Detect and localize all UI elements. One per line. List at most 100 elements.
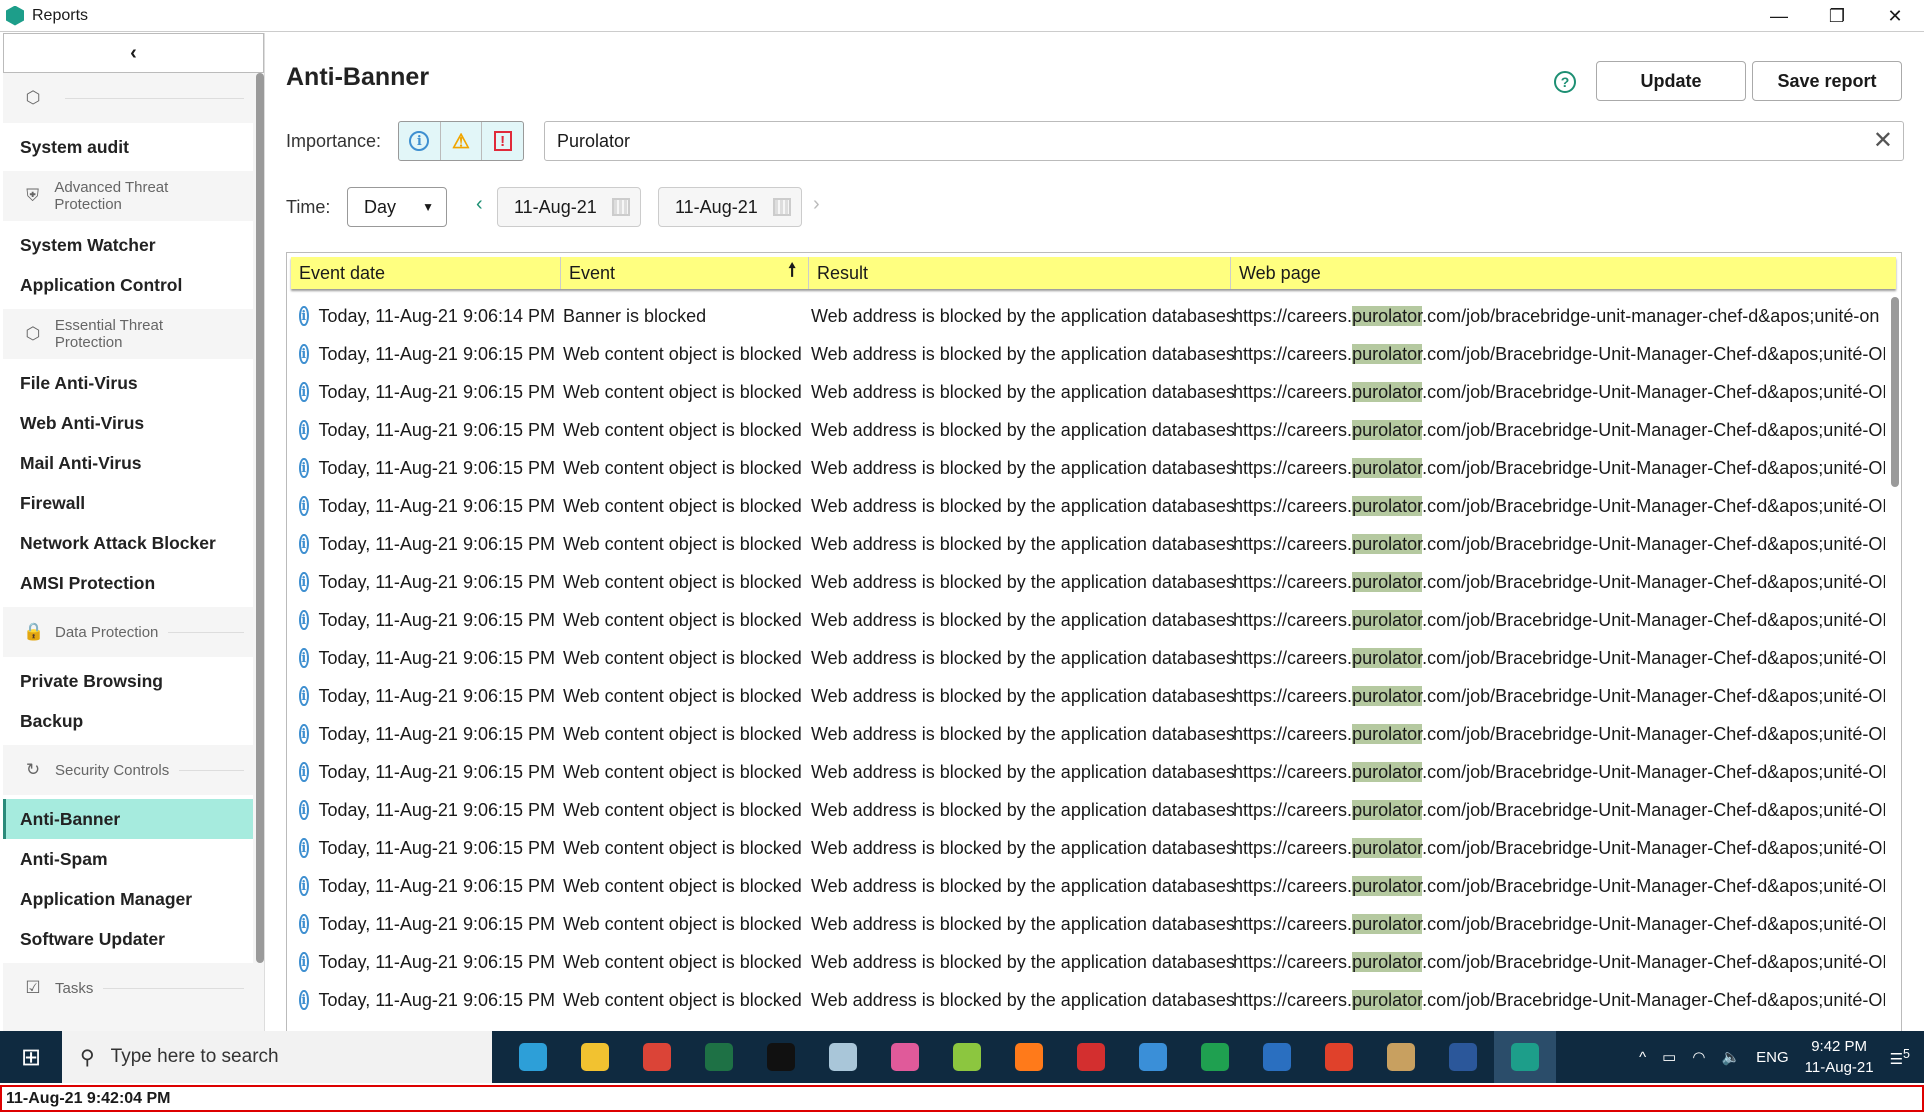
sidebar-item-mail-anti-virus[interactable]: Mail Anti-Virus	[3, 443, 253, 483]
taskbar-red-app-button[interactable]	[1060, 1031, 1122, 1083]
taskbar-notes-button[interactable]	[812, 1031, 874, 1083]
taskbar-word-button[interactable]	[1432, 1031, 1494, 1083]
taskbar-search-input[interactable]: ⚲ Type here to search	[62, 1031, 492, 1083]
warning-filter-toggle[interactable]: ⚠	[441, 122, 483, 160]
sidebar-item-software-updater[interactable]: Software Updater	[3, 919, 253, 959]
sidebar-item-backup[interactable]: Backup	[3, 701, 253, 741]
taskbar-paint-button[interactable]	[874, 1031, 936, 1083]
url-suffix: .com/job/Bracebridge-Unit-Manager-Chef-d…	[1422, 761, 1885, 782]
table-row[interactable]: i Today, 11-Aug-21 9:06:15 PM Web content …	[287, 981, 1887, 1019]
cell-result: Web address is blocked by the applicatio…	[811, 913, 1235, 934]
search-input[interactable]: Purolator ✕	[544, 121, 1904, 161]
divider	[179, 769, 244, 771]
sidebar-item-system-watcher[interactable]: System Watcher	[3, 225, 253, 265]
next-period-button[interactable]: ›	[813, 193, 820, 216]
collapse-sidebar-button[interactable]: ‹	[3, 33, 264, 73]
clear-search-icon[interactable]: ✕	[1873, 126, 1893, 155]
table-row[interactable]: i Today, 11-Aug-21 9:06:15 PM Web content …	[287, 829, 1887, 867]
language-indicator[interactable]: ENG	[1756, 1049, 1789, 1066]
sidebar-item-amsi-protection[interactable]: AMSI Protection	[3, 563, 253, 603]
taskbar-control-panel-button[interactable]	[1122, 1031, 1184, 1083]
taskbar-firefox-button[interactable]	[998, 1031, 1060, 1083]
url-prefix: https://careers.	[1233, 761, 1353, 782]
taskbar-red-circle-app-button[interactable]	[1308, 1031, 1370, 1083]
table-row[interactable]: i Today, 11-Aug-21 9:06:15 PM Web content …	[287, 943, 1887, 981]
restore-button[interactable]: ❐	[1808, 0, 1866, 32]
table-row[interactable]: i Today, 11-Aug-21 9:06:15 PM Web content …	[287, 639, 1887, 677]
sidebar-scrollbar[interactable]	[256, 73, 264, 963]
search-highlight: purolator	[1352, 305, 1423, 326]
divider	[103, 987, 244, 989]
table-row[interactable]: i Today, 11-Aug-21 9:06:15 PM Web content …	[287, 753, 1887, 791]
sidebar-item-private-browsing[interactable]: Private Browsing	[3, 661, 253, 701]
save-report-button[interactable]: Save report	[1752, 61, 1902, 101]
tray-chevron-icon[interactable]: ^	[1639, 1049, 1646, 1066]
table-row[interactable]: i Today, 11-Aug-21 9:06:15 PM Web content …	[287, 411, 1887, 449]
table-row[interactable]: i Today, 11-Aug-21 9:06:15 PM Web content …	[287, 563, 1887, 601]
table-row[interactable]: i Today, 11-Aug-21 9:06:15 PM Web content …	[287, 677, 1887, 715]
info-filter-toggle[interactable]: i	[399, 122, 441, 160]
table-row[interactable]: i Today, 11-Aug-21 9:06:15 PM Web content …	[287, 601, 1887, 639]
update-button[interactable]: Update	[1596, 61, 1746, 101]
taskbar-terminal-button[interactable]	[750, 1031, 812, 1083]
sidebar-item-anti-spam[interactable]: Anti-Spam	[3, 839, 253, 879]
table-row[interactable]: i Today, 11-Aug-21 9:06:15 PM Web content …	[287, 373, 1887, 411]
cell-web-page: https://careers.purolator.com/job/Braceb…	[1225, 837, 1885, 859]
critical-filter-toggle[interactable]: !	[482, 122, 523, 160]
date-from-field[interactable]: 11-Aug-21	[497, 187, 641, 227]
column-event[interactable]: Event 🠕	[561, 257, 809, 289]
help-icon[interactable]: ?	[1554, 71, 1576, 93]
table-vertical-scrollbar[interactable]	[1891, 297, 1899, 487]
volume-icon[interactable]: 🔈	[1721, 1048, 1740, 1066]
table-row[interactable]: i Today, 11-Aug-21 9:06:15 PM Web content …	[287, 335, 1887, 373]
sidebar-item-file-anti-virus[interactable]: File Anti-Virus	[3, 363, 253, 403]
table-row[interactable]: i Today, 11-Aug-21 9:06:15 PM Web content …	[287, 487, 1887, 525]
table-row[interactable]: i Today, 11-Aug-21 9:06:15 PM Web content …	[287, 905, 1887, 943]
sidebar-item-network-attack-blocker[interactable]: Network Attack Blocker	[3, 523, 253, 563]
table-row[interactable]: i Today, 11-Aug-21 9:06:15 PM Web content …	[287, 791, 1887, 829]
table-row[interactable]: i Today, 11-Aug-21 9:06:15 PM Web content …	[287, 867, 1887, 905]
cell-result: Web address is blocked by the applicatio…	[811, 533, 1235, 554]
close-button[interactable]: ✕	[1866, 0, 1924, 32]
period-dropdown[interactable]: Day ▼	[347, 187, 447, 227]
date-to-field[interactable]: 11-Aug-21	[658, 187, 802, 227]
battery-icon[interactable]: ▭	[1662, 1048, 1676, 1066]
url-prefix: https://careers.	[1233, 913, 1353, 934]
previous-period-button[interactable]: ‹	[476, 193, 483, 216]
sidebar-item-web-anti-virus[interactable]: Web Anti-Virus	[3, 403, 253, 443]
table-row[interactable]: i Today, 11-Aug-21 9:06:14 PM Banner is bl…	[287, 297, 1887, 335]
taskbar-chrome-button[interactable]	[626, 1031, 688, 1083]
taskbar-excel-button[interactable]	[688, 1031, 750, 1083]
sidebar-item-application-manager[interactable]: Application Manager	[3, 879, 253, 919]
taskbar-file-explorer-button[interactable]	[564, 1031, 626, 1083]
sidebar-item-application-control[interactable]: Application Control	[3, 265, 253, 305]
taskbar-kaspersky-button[interactable]	[1494, 1031, 1556, 1083]
wifi-icon[interactable]: ◠	[1692, 1048, 1705, 1066]
column-result[interactable]: Result	[809, 257, 1231, 289]
table-row[interactable]: i Today, 11-Aug-21 9:06:15 PM Web content …	[287, 715, 1887, 753]
column-web-page[interactable]: Web page	[1231, 257, 1896, 289]
taskbar-green-app-button[interactable]	[936, 1031, 998, 1083]
notifications-icon[interactable]: ☰5	[1890, 1047, 1910, 1068]
taskbar-green-circle-app-button[interactable]	[1184, 1031, 1246, 1083]
table-row[interactable]: i Today, 11-Aug-21 9:06:15 PM Web content …	[287, 449, 1887, 487]
start-button[interactable]: ⊞	[0, 1043, 62, 1072]
taskbar-edge-button[interactable]	[502, 1031, 564, 1083]
cell-web-page: https://careers.purolator.com/job/Braceb…	[1225, 761, 1885, 783]
minimize-button[interactable]: —	[1750, 0, 1808, 32]
column-event-date[interactable]: Event date	[291, 257, 561, 289]
event-date: Today, 11-Aug-21 9:06:15 PM	[318, 951, 555, 972]
url-suffix: .com/job/Bracebridge-Unit-Manager-Chef-d…	[1422, 647, 1885, 668]
sidebar-item-system-audit[interactable]: System audit	[3, 127, 253, 167]
sidebar-item-firewall[interactable]: Firewall	[3, 483, 253, 523]
taskbar-photos-button[interactable]	[1246, 1031, 1308, 1083]
cell-event-date: i Today, 11-Aug-21 9:06:15 PM	[287, 458, 555, 479]
taskbar-paint-palette-button[interactable]	[1370, 1031, 1432, 1083]
calendar-icon[interactable]	[612, 198, 630, 216]
calendar-icon[interactable]	[773, 198, 791, 216]
clock[interactable]: 9:42 PM 11-Aug-21	[1805, 1036, 1874, 1078]
sidebar: ‹ ⬡ System audit ⛨ Advanced Threat Protecti…	[3, 33, 265, 1031]
sidebar-item-anti-banner[interactable]: Anti-Banner	[3, 799, 253, 839]
event-date: Today, 11-Aug-21 9:06:15 PM	[318, 723, 555, 744]
table-row[interactable]: i Today, 11-Aug-21 9:06:15 PM Web content …	[287, 525, 1887, 563]
